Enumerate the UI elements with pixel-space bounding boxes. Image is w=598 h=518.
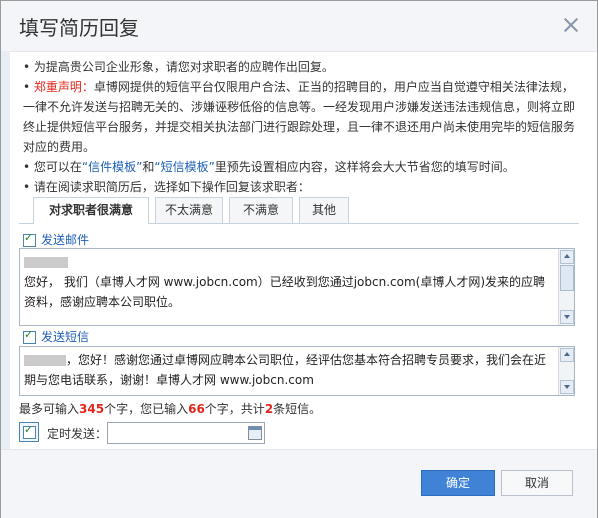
scroll-down-icon[interactable] [560, 380, 574, 394]
scheduled-time-input[interactable] [107, 422, 265, 444]
redacted-name [24, 355, 66, 366]
cancel-button[interactable]: 取消 [501, 470, 573, 496]
max-chars: 345 [79, 402, 105, 416]
send-email-label: 发送邮件 [41, 233, 90, 247]
disclaimer-bullet: • [23, 80, 34, 94]
dialog-title: 填写简历回复 [19, 16, 139, 40]
tip-text-3: 里预先设置相应内容，这样将会大大节省您的填写时间。 [214, 160, 515, 174]
letter-template-link[interactable]: “信件模板” [82, 160, 142, 174]
scroll-thumb[interactable] [560, 265, 574, 291]
email-textarea[interactable]: 您好， 我们（卓博人才网 www.jobcn.com）已经收到您通过jobcn.… [19, 248, 575, 326]
note-line-4: • 请在阅读求职简历后，选择如下操作回复该求职者： [23, 180, 310, 194]
note-line-1: • 为提高贵公司企业形象，请您对求职者的应聘作出回复。 [23, 60, 334, 74]
disclaimer: • 郑重声明：卓博网提供的短信平台仅限用户合法、正当的招聘目的，用户应当自觉遵守… [23, 77, 579, 157]
send-sms-checkbox[interactable] [23, 328, 36, 344]
scroll-down-icon[interactable] [560, 310, 574, 324]
dialog-titlebar: 填写简历回复 [1, 1, 597, 52]
counter-text: 个字，您已输入 [104, 402, 189, 416]
scheduled-send-checkbox-wrap[interactable] [19, 422, 39, 442]
confirm-button[interactable]: 确定 [421, 470, 495, 496]
dialog-footer: 确定 取消 [1, 449, 597, 518]
sms-count: 2 [264, 402, 274, 416]
counter-text: 条短信。 [273, 402, 322, 416]
disclaimer-text: 卓博网提供的短信平台仅限用户合法、正当的招聘目的，用户应当自觉遵守相关法律法规，… [23, 80, 576, 154]
tab-unsatisfied[interactable]: 不满意 [229, 197, 293, 223]
sms-body: ，您好！感谢您通过卓博网应聘本公司职位，经评估您基本符合招聘专员要求，我们会在近… [24, 353, 547, 387]
send-sms-label: 发送短信 [41, 330, 90, 344]
calendar-icon[interactable] [248, 426, 262, 440]
counter-text: 个字，共计 [204, 402, 265, 416]
scheduled-send-checkbox[interactable] [23, 423, 36, 439]
tip-text-2: 和 [142, 160, 155, 174]
email-scrollbar[interactable] [558, 249, 574, 325]
send-email-checkbox[interactable] [23, 231, 36, 247]
scroll-up-icon[interactable] [560, 348, 574, 362]
email-content: 您好， 我们（卓博人才网 www.jobcn.com）已经收到您通过jobcn.… [24, 252, 552, 312]
disclaimer-label: 郑重声明： [33, 80, 94, 94]
scroll-up-icon[interactable] [560, 250, 574, 264]
tab-other[interactable]: 其他 [299, 197, 349, 223]
counter-text: 最多可输入 [19, 402, 80, 416]
sms-scrollbar[interactable] [558, 347, 574, 395]
char-counter: 最多可输入345个字，您已输入66个字，共计2条短信。 [19, 400, 321, 417]
tip-text-1: • 您可以在 [23, 160, 82, 174]
left-edge-strip [1, 51, 10, 449]
close-icon[interactable] [563, 17, 579, 33]
reply-tabs: 对求职者很满意 不太满意 不满意 其他 [19, 197, 579, 224]
sms-textarea[interactable]: ，您好！感谢您通过卓博网应聘本公司职位，经评估您基本符合招聘专员要求，我们会在近… [19, 346, 575, 396]
email-body: 您好， 我们（卓博人才网 www.jobcn.com）已经收到您通过jobcn.… [24, 275, 546, 309]
instructions: • 为提高贵公司企业形象，请您对求职者的应聘作出回复。 • 郑重声明：卓博网提供… [23, 57, 579, 197]
entered-chars: 66 [188, 402, 205, 416]
reply-dialog: 填写简历回复 • 为提高贵公司企业形象，请您对求职者的应聘作出回复。 • 郑重声… [0, 0, 598, 518]
redacted-name [24, 257, 68, 268]
tab-not-very-satisfied[interactable]: 不太满意 [155, 197, 223, 223]
sms-content: ，您好！感谢您通过卓博网应聘本公司职位，经评估您基本符合招聘专员要求，我们会在近… [24, 350, 552, 390]
sms-template-link[interactable]: “短信模板” [154, 160, 214, 174]
template-tip: • 您可以在“信件模板”和“短信模板”里预先设置相应内容，这样将会大大节省您的填… [23, 157, 579, 177]
tab-very-satisfied[interactable]: 对求职者很满意 [33, 197, 149, 224]
